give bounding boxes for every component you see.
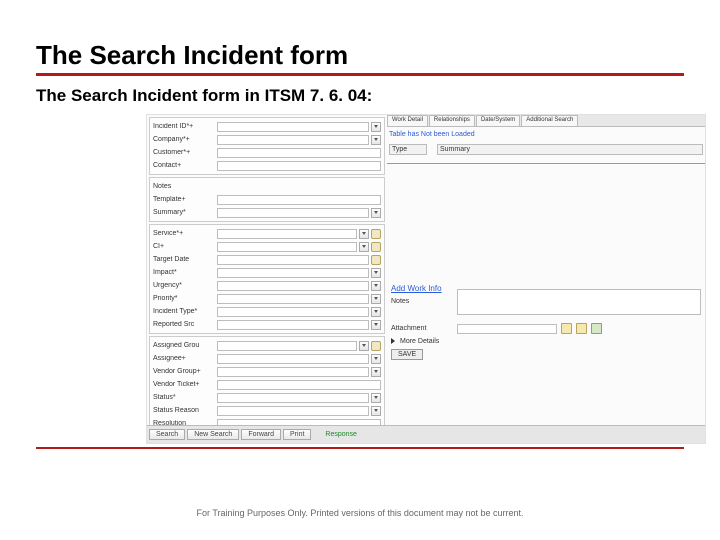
dropdown-icon[interactable]: [359, 229, 369, 239]
classification-group: Service*+ CI+ Target Date Impact* Urgenc…: [149, 224, 385, 334]
save-button[interactable]: SAVE: [391, 349, 423, 360]
assignment-group: Assigned Grou Assignee+ Vendor Group+ Ve…: [149, 336, 385, 433]
contact-field[interactable]: [217, 161, 381, 171]
bottom-button-bar: Search New Search Forward Print Response: [147, 425, 705, 443]
response-link[interactable]: Response: [325, 431, 357, 438]
dropdown-icon[interactable]: [371, 367, 381, 377]
tab-work-detail[interactable]: Work Detail: [387, 115, 428, 126]
screenshot-form: Incident ID*+ Company*+ Customer*+ Conta…: [146, 114, 706, 444]
label-target-date: Target Date: [153, 256, 215, 263]
tab-date-system[interactable]: Date/System: [476, 115, 520, 126]
slide-subtitle: The Search Incident form in ITSM 7. 6. 0…: [36, 86, 684, 106]
dropdown-icon[interactable]: [371, 307, 381, 317]
slide-footnote: For Training Purposes Only. Printed vers…: [0, 508, 720, 518]
notes-textarea[interactable]: [457, 289, 701, 315]
label-status-reason: Status Reason: [153, 407, 215, 414]
dropdown-icon[interactable]: [371, 208, 381, 218]
dropdown-icon[interactable]: [371, 393, 381, 403]
identity-group: Incident ID*+ Company*+ Customer*+ Conta…: [149, 117, 385, 175]
company-field[interactable]: [217, 135, 369, 145]
label-customer: Customer*+: [153, 149, 215, 156]
label-service: Service*+: [153, 230, 215, 237]
dropdown-icon[interactable]: [371, 406, 381, 416]
status-reason-field[interactable]: [217, 406, 369, 416]
tab-relationships[interactable]: Relationships: [429, 115, 475, 126]
label-impact: Impact*: [153, 269, 215, 276]
dropdown-icon[interactable]: [371, 320, 381, 330]
chevron-right-icon[interactable]: [391, 338, 395, 346]
label-ci: CI+: [153, 243, 215, 250]
target-date-field[interactable]: [217, 255, 369, 265]
label-vendor-ticket: Vendor Ticket+: [153, 381, 215, 388]
label-incident-id: Incident ID*+: [153, 123, 215, 130]
dropdown-icon[interactable]: [371, 281, 381, 291]
label-notes-lower: Notes: [391, 298, 455, 305]
urgency-field[interactable]: [217, 281, 369, 291]
label-assignee: Assignee+: [153, 355, 215, 362]
attachment-icon-2[interactable]: [576, 323, 587, 334]
detail-tabs: Work Detail Relationships Date/System Ad…: [387, 115, 705, 127]
notes-group: Notes Template+ Summary*: [149, 177, 385, 222]
assignee-field[interactable]: [217, 354, 369, 364]
label-vendor-group: Vendor Group+: [153, 368, 215, 375]
label-contact: Contact+: [153, 162, 215, 169]
dropdown-icon[interactable]: [371, 135, 381, 145]
incident-id-field[interactable]: [217, 122, 369, 132]
ci-field[interactable]: [217, 242, 357, 252]
label-assigned-group: Assigned Grou: [153, 342, 215, 349]
incident-type-field[interactable]: [217, 307, 369, 317]
customer-field[interactable]: [217, 148, 381, 158]
col-header-summary: Summary: [437, 144, 703, 155]
status-field[interactable]: [217, 393, 369, 403]
lookup-icon[interactable]: [371, 341, 381, 351]
print-button[interactable]: Print: [283, 429, 311, 440]
template-field[interactable]: [217, 195, 381, 205]
label-summary: Summary*: [153, 209, 215, 216]
divider-line: [36, 447, 684, 449]
dropdown-icon[interactable]: [371, 354, 381, 364]
label-notes: Notes: [153, 183, 215, 190]
attachment-icon-3[interactable]: [591, 323, 602, 334]
lookup-icon[interactable]: [371, 229, 381, 239]
tab-additional-search[interactable]: Additional Search: [521, 115, 578, 126]
slide-title: The Search Incident form: [36, 40, 684, 76]
label-incident-type: Incident Type*: [153, 308, 215, 315]
vendor-group-field[interactable]: [217, 367, 369, 377]
label-priority: Priority*: [153, 295, 215, 302]
col-header-type: Type: [389, 144, 427, 155]
forward-button[interactable]: Forward: [241, 429, 281, 440]
calendar-icon[interactable]: [371, 255, 381, 265]
dropdown-icon[interactable]: [371, 268, 381, 278]
priority-field[interactable]: [217, 294, 369, 304]
lookup-icon[interactable]: [371, 242, 381, 252]
dropdown-icon[interactable]: [371, 294, 381, 304]
summary-field[interactable]: [217, 208, 369, 218]
reported-src-field[interactable]: [217, 320, 369, 330]
attachment-field[interactable]: [457, 324, 557, 334]
vendor-ticket-field[interactable]: [217, 380, 381, 390]
work-detail-table: [387, 164, 705, 284]
label-company: Company*+: [153, 136, 215, 143]
search-button[interactable]: Search: [149, 429, 185, 440]
label-reported-src: Reported Src: [153, 321, 215, 328]
dropdown-icon[interactable]: [371, 122, 381, 132]
label-template: Template+: [153, 196, 215, 203]
more-details-toggle[interactable]: More Details: [400, 338, 439, 345]
assigned-group-field[interactable]: [217, 341, 357, 351]
table-not-loaded-message: Table has Not been Loaded: [387, 127, 705, 142]
label-attachment: Attachment: [391, 325, 455, 332]
impact-field[interactable]: [217, 268, 369, 278]
dropdown-icon[interactable]: [359, 341, 369, 351]
label-urgency: Urgency*: [153, 282, 215, 289]
dropdown-icon[interactable]: [359, 242, 369, 252]
new-search-button[interactable]: New Search: [187, 429, 239, 440]
attachment-icon-1[interactable]: [561, 323, 572, 334]
service-field[interactable]: [217, 229, 357, 239]
label-status: Status*: [153, 394, 215, 401]
